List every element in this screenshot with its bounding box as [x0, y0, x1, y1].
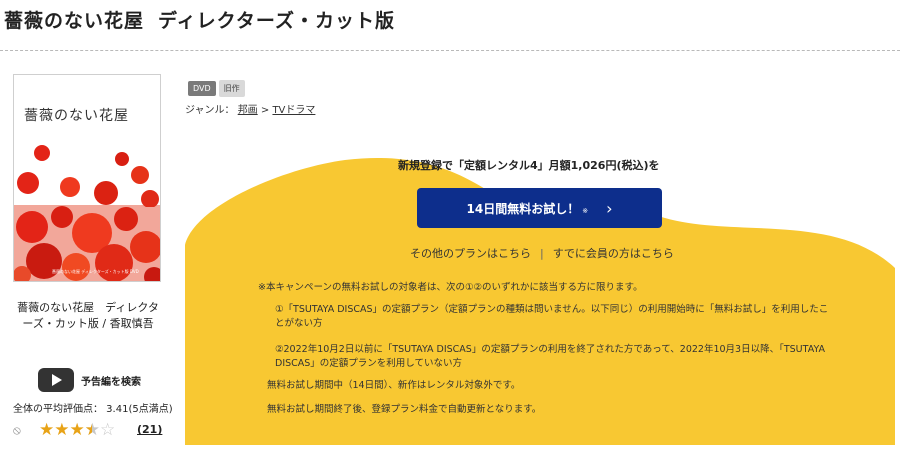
genre-link-hougaku[interactable]: 邦画 [238, 105, 258, 116]
format-badges: DVD 旧作 [188, 76, 248, 97]
page-title-edition: ディレクターズ・カット版 [158, 10, 395, 32]
chevron-right-icon: › [606, 198, 613, 218]
genre-link-tv-drama[interactable]: TVドラマ [272, 105, 315, 116]
link-separator: | [540, 247, 544, 260]
item-title: 薔薇のない花屋 ディレクターズ・カット版 / 香取慎吾 [17, 301, 159, 330]
star-rating: ★★★★☆ [39, 420, 115, 440]
dvd-cover-image[interactable]: 薔薇のない花屋 薔薇のない花屋 ディレクターズ・カット版 DVD [13, 74, 161, 282]
play-icon [52, 374, 62, 386]
free-trial-label: 14日間無料お試し！ [466, 201, 580, 216]
other-plans-link[interactable]: その他のプランはこちら [410, 247, 531, 260]
average-rating-text: 全体の平均評価点： 3.41(5点満点) [13, 404, 173, 415]
star-full-icon: ★ [69, 420, 85, 440]
notes-trial-period: 無料お試し期間中（14日間）、新作はレンタル対象外です。 [267, 380, 521, 391]
trailer-search-button[interactable] [38, 368, 74, 392]
genre-breadcrumb: ジャンル： 邦画 > TVドラマ [185, 101, 315, 116]
notes-auto-renewal: 無料お試し期間終了後、登録プラン料金で自動更新となります。 [267, 404, 542, 415]
rating-row: ⦸ ★★★★☆ (21) [13, 420, 173, 440]
cover-title-text: 薔薇のない花屋 [24, 108, 129, 124]
page-title-main: 薔薇のない花屋 [4, 10, 145, 32]
badge-old-release: 旧作 [218, 80, 245, 97]
header-divider [0, 50, 900, 51]
page-title: 薔薇のない花屋 ディレクターズ・カット版 [4, 6, 395, 33]
member-login-link[interactable]: すでに会員の方はこちら [553, 247, 674, 260]
star-full-icon: ★ [54, 420, 70, 440]
star-full-icon: ★ [39, 420, 55, 440]
free-trial-note-mark: ※ [582, 207, 589, 215]
badge-dvd: DVD [188, 81, 216, 96]
cover-top-roses [17, 145, 159, 207]
genre-label: ジャンル： [185, 105, 235, 116]
notes-intro: ※本キャンペーンの無料お試しの対象者は、次の①②のいずれかに該当する方に限ります… [258, 282, 643, 293]
free-trial-button[interactable]: 14日間無料お試し！ ※ › [417, 188, 662, 228]
no-entry-icon[interactable]: ⦸ [13, 423, 21, 438]
cover-caption: 薔薇のない花屋 ディレクターズ・カット版 DVD [52, 269, 139, 274]
notes-condition-1: ①「TSUTAYA DISCAS」の定額プラン（定額プランの種類は問いません。以… [275, 304, 829, 329]
promo-headline: 新規登録で「定額レンタル4」月額1,026円(税込)を [398, 159, 660, 172]
review-count-link[interactable]: (21) [137, 423, 162, 436]
trailer-search-label[interactable]: 予告編を検索 [81, 373, 141, 388]
star-half-icon: ★ [85, 420, 100, 440]
plan-links: その他のプランはこちら | すでに会員の方はこちら [410, 245, 674, 261]
breadcrumb-separator: > [260, 105, 270, 116]
notes-condition-2: ②2022年10月2日以前に「TSUTAYA DISCAS」の定額プランの利用を… [275, 344, 826, 369]
star-empty-icon: ☆ [100, 420, 116, 440]
